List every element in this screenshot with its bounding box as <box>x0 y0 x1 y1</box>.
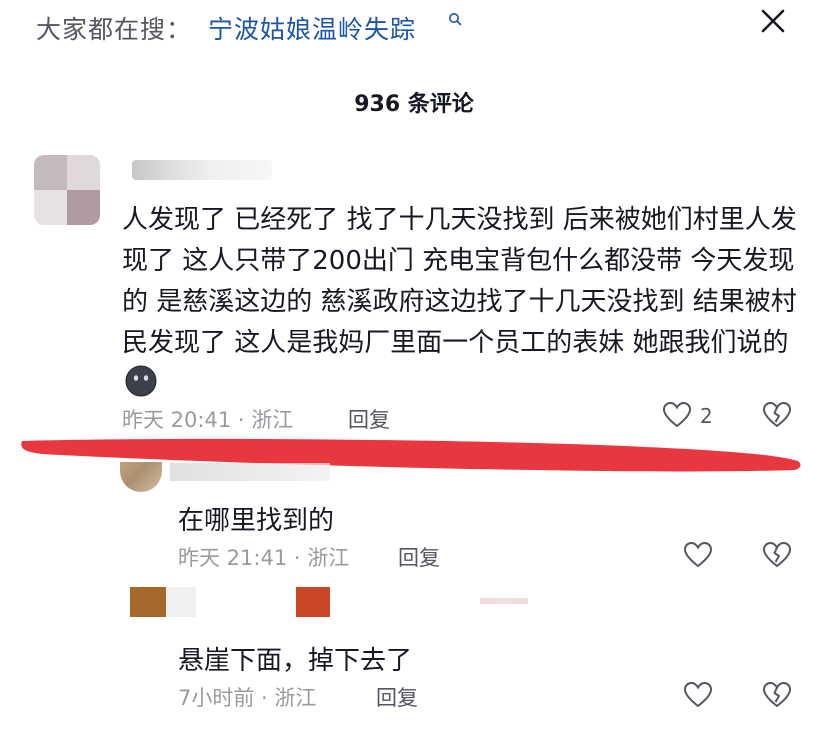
reply-meta: 7小时前 · 浙江 <box>178 686 317 710</box>
username-blurred <box>296 587 330 617</box>
trending-search-link[interactable]: 宁波姑娘温岭失踪 <box>208 10 416 46</box>
heart-icon[interactable] <box>683 680 713 710</box>
comment-body: 人发现了 已经死了 找了十几天没找到 后来被她们村里人发现了 这人只带了200出… <box>122 200 802 405</box>
username-blurred <box>170 463 330 481</box>
reply-button[interactable]: 回复 <box>376 682 418 712</box>
reply-meta: 昨天 21:41 · 浙江 <box>178 546 350 570</box>
close-icon[interactable] <box>758 6 788 36</box>
dark-face-emoji-icon <box>125 365 157 397</box>
username-blurred <box>132 160 272 180</box>
avatar[interactable] <box>130 587 166 617</box>
comment-count-title: 936 条评论 <box>354 92 474 117</box>
broken-heart-icon[interactable] <box>762 680 792 710</box>
broken-heart-icon[interactable] <box>762 540 792 570</box>
reply-text: 悬崖下面，掉下去了 <box>178 646 413 676</box>
reply-text: 在哪里找到的 <box>178 506 335 536</box>
avatar-blur-extension <box>166 587 196 617</box>
reply-button[interactable]: 回复 <box>398 542 440 572</box>
top-bar: 大家都在搜： 宁波姑娘温岭失踪 <box>0 0 828 56</box>
heart-icon[interactable] <box>683 540 713 570</box>
avatar[interactable] <box>34 155 100 225</box>
username-blurred-tail <box>480 598 528 604</box>
search-mini-icon[interactable] <box>448 12 462 26</box>
search-prefix-label: 大家都在搜： <box>36 15 193 44</box>
comment-text: 人发现了 已经死了 找了十几天没找到 后来被她们村里人发现了 这人只带了200出… <box>122 205 797 358</box>
